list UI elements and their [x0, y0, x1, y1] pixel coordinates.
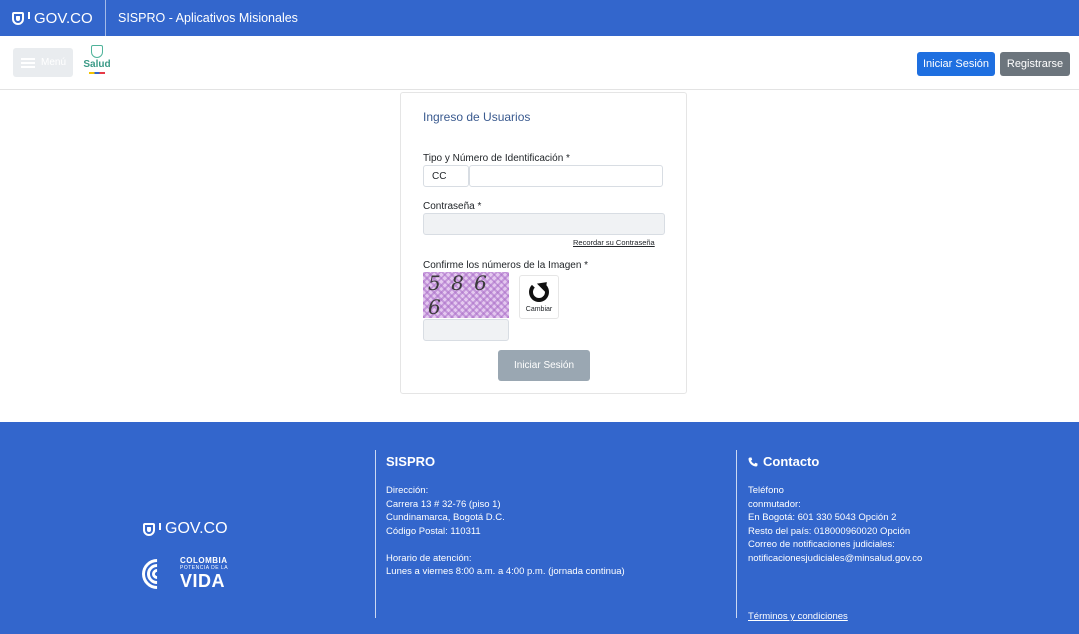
captcha-label: Confirme los números de la Imagen * [423, 260, 589, 271]
contact-title-text: Contacto [763, 454, 820, 469]
cv-line1: COLOMBIA [180, 556, 228, 565]
captcha-digits: 5 8 6 6 [428, 271, 489, 319]
id-number-input[interactable] [469, 165, 663, 187]
govco-tick [28, 11, 30, 19]
contact-line: Resto del país: 018000960020 Opción [748, 525, 911, 537]
footer-divider [736, 450, 737, 618]
gov-bar: GOV.CO SISPRO - Aplicativos Misionales [0, 0, 1079, 36]
sispro-title: SISPRO [386, 454, 436, 469]
govco-tick [159, 522, 161, 530]
salud-emblem-icon [91, 45, 103, 58]
captcha-input[interactable] [423, 319, 509, 341]
sispro-line: Cundinamarca, Bogotá D.C. [386, 512, 505, 523]
sispro-line: Horario de atención: [386, 552, 472, 564]
captcha-change-button[interactable]: Cambiar [519, 275, 559, 319]
contact-line[interactable]: notificacionesjudiciales@minsalud.gov.co [748, 552, 922, 566]
colombia-vida-logo: COLOMBIA POTENCIA DE LA VIDA [135, 552, 228, 595]
sispro-line: Código Postal: 110311 [386, 525, 481, 537]
register-button[interactable]: Registrarse [1000, 52, 1070, 76]
id-type-select[interactable]: CC [423, 165, 469, 187]
contact-line: En Bogotá: 601 330 5043 Opción 2 [748, 512, 897, 523]
sispro-line: Carrera 13 # 32-76 (piso 1) [386, 498, 501, 510]
header-login-button[interactable]: Iniciar Sesión [917, 52, 995, 76]
govco-shield-icon [12, 11, 24, 25]
flag-stripe [89, 72, 105, 74]
sispro-line [386, 538, 625, 552]
salud-logo[interactable]: Salud [80, 45, 114, 81]
forgot-password-link[interactable]: Recordar su Contraseña [573, 238, 655, 247]
login-title: Ingreso de Usuarios [423, 110, 531, 124]
contact-line: Correo de notificaciones judiciales: [748, 539, 895, 550]
footer-govco-text: GOV.CO [165, 520, 228, 537]
refresh-icon [529, 281, 549, 302]
site-header: Menú Salud Iniciar Sesión Registrarse [0, 36, 1079, 90]
captcha-image: 5 8 6 6 [423, 271, 509, 319]
menu-label: Menú [41, 57, 67, 68]
login-submit-button[interactable]: Iniciar Sesión [498, 350, 590, 381]
colombia-vida-words: COLOMBIA POTENCIA DE LA VIDA [180, 556, 228, 591]
sispro-info: Dirección: Carrera 13 # 32-76 (piso 1) C… [386, 484, 625, 579]
id-label: Tipo y Número de Identificación * [423, 153, 570, 164]
contact-title: Contacto [748, 454, 819, 469]
footer-divider [375, 450, 376, 618]
hamburger-icon [21, 57, 35, 68]
contact-info: Teléfono conmutador: En Bogotá: 601 330 … [748, 484, 922, 565]
govco-shield-icon [143, 522, 155, 536]
captcha-change-label: Cambiar [525, 305, 553, 313]
phone-icon [748, 457, 758, 467]
app-title: SISPRO - Aplicativos Misionales [118, 11, 298, 25]
cv-line3: VIDA [180, 571, 226, 591]
salud-logo-text: Salud [83, 59, 111, 70]
govco-logo[interactable]: GOV.CO [0, 0, 106, 36]
sispro-line: Dirección: [386, 485, 429, 496]
login-card: Ingreso de Usuarios Tipo y Número de Ide… [400, 92, 687, 394]
colombia-vida-mark-icon [135, 552, 179, 595]
menu-button[interactable]: Menú [13, 48, 73, 77]
password-input[interactable] [423, 213, 665, 235]
footer-govco-logo[interactable]: GOV.CO [143, 520, 228, 538]
contact-line: conmutador: [748, 498, 801, 510]
site-footer: GOV.CO COLOMBIA POTENCIA DE LA VIDA SISP… [0, 422, 1079, 634]
terms-link[interactable]: Términos y condiciones [748, 611, 848, 622]
sispro-line: Lunes a viernes 8:00 a.m. a 4:00 p.m. (j… [386, 566, 625, 577]
password-label: Contraseña * [423, 201, 482, 212]
contact-line: Teléfono [748, 485, 784, 496]
govco-logo-text: GOV.CO [34, 9, 93, 27]
